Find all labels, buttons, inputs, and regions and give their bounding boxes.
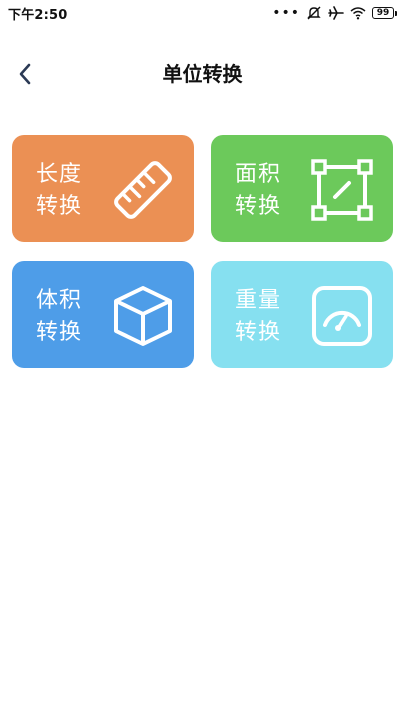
- status-bar: 下午2:50 ••• 99: [0, 0, 405, 26]
- ruler-icon: [114, 161, 172, 219]
- header: 单位转换: [0, 52, 405, 96]
- volume-conversion-card[interactable]: 体积 转换: [12, 261, 194, 368]
- mute-bell-icon: [307, 6, 321, 20]
- battery-icon: 99: [372, 7, 397, 19]
- area-conversion-card[interactable]: 面积 转换: [211, 135, 393, 242]
- battery-level: 99: [372, 7, 394, 19]
- card-label-line1: 体积: [36, 288, 83, 313]
- card-label: 面积 转换: [235, 159, 281, 223]
- length-conversion-card[interactable]: 长度 转换: [12, 135, 194, 242]
- status-icons: ••• 99: [272, 6, 397, 20]
- card-label-line1: 重量: [235, 288, 282, 313]
- wifi-icon: [350, 7, 366, 20]
- card-label-line1: 长度: [36, 162, 83, 187]
- area-square-icon: [311, 159, 373, 221]
- page-title: 单位转换: [162, 62, 243, 86]
- weight-conversion-card[interactable]: 重量 转换: [211, 261, 393, 368]
- gauge-icon: [312, 286, 372, 346]
- card-label-line2: 转换: [36, 320, 83, 345]
- card-label-line2: 转换: [36, 194, 83, 219]
- status-time: 下午2:50: [8, 7, 68, 23]
- airplane-icon: [328, 6, 344, 20]
- card-label-line1: 面积: [235, 162, 282, 187]
- card-label: 重量 转换: [235, 285, 281, 349]
- cube-icon: [114, 286, 172, 346]
- card-label-line2: 转换: [235, 194, 282, 219]
- card-label: 体积 转换: [36, 285, 82, 349]
- more-dots-icon: •••: [272, 5, 300, 21]
- card-label-line2: 转换: [235, 320, 282, 345]
- card-label: 长度 转换: [36, 159, 82, 223]
